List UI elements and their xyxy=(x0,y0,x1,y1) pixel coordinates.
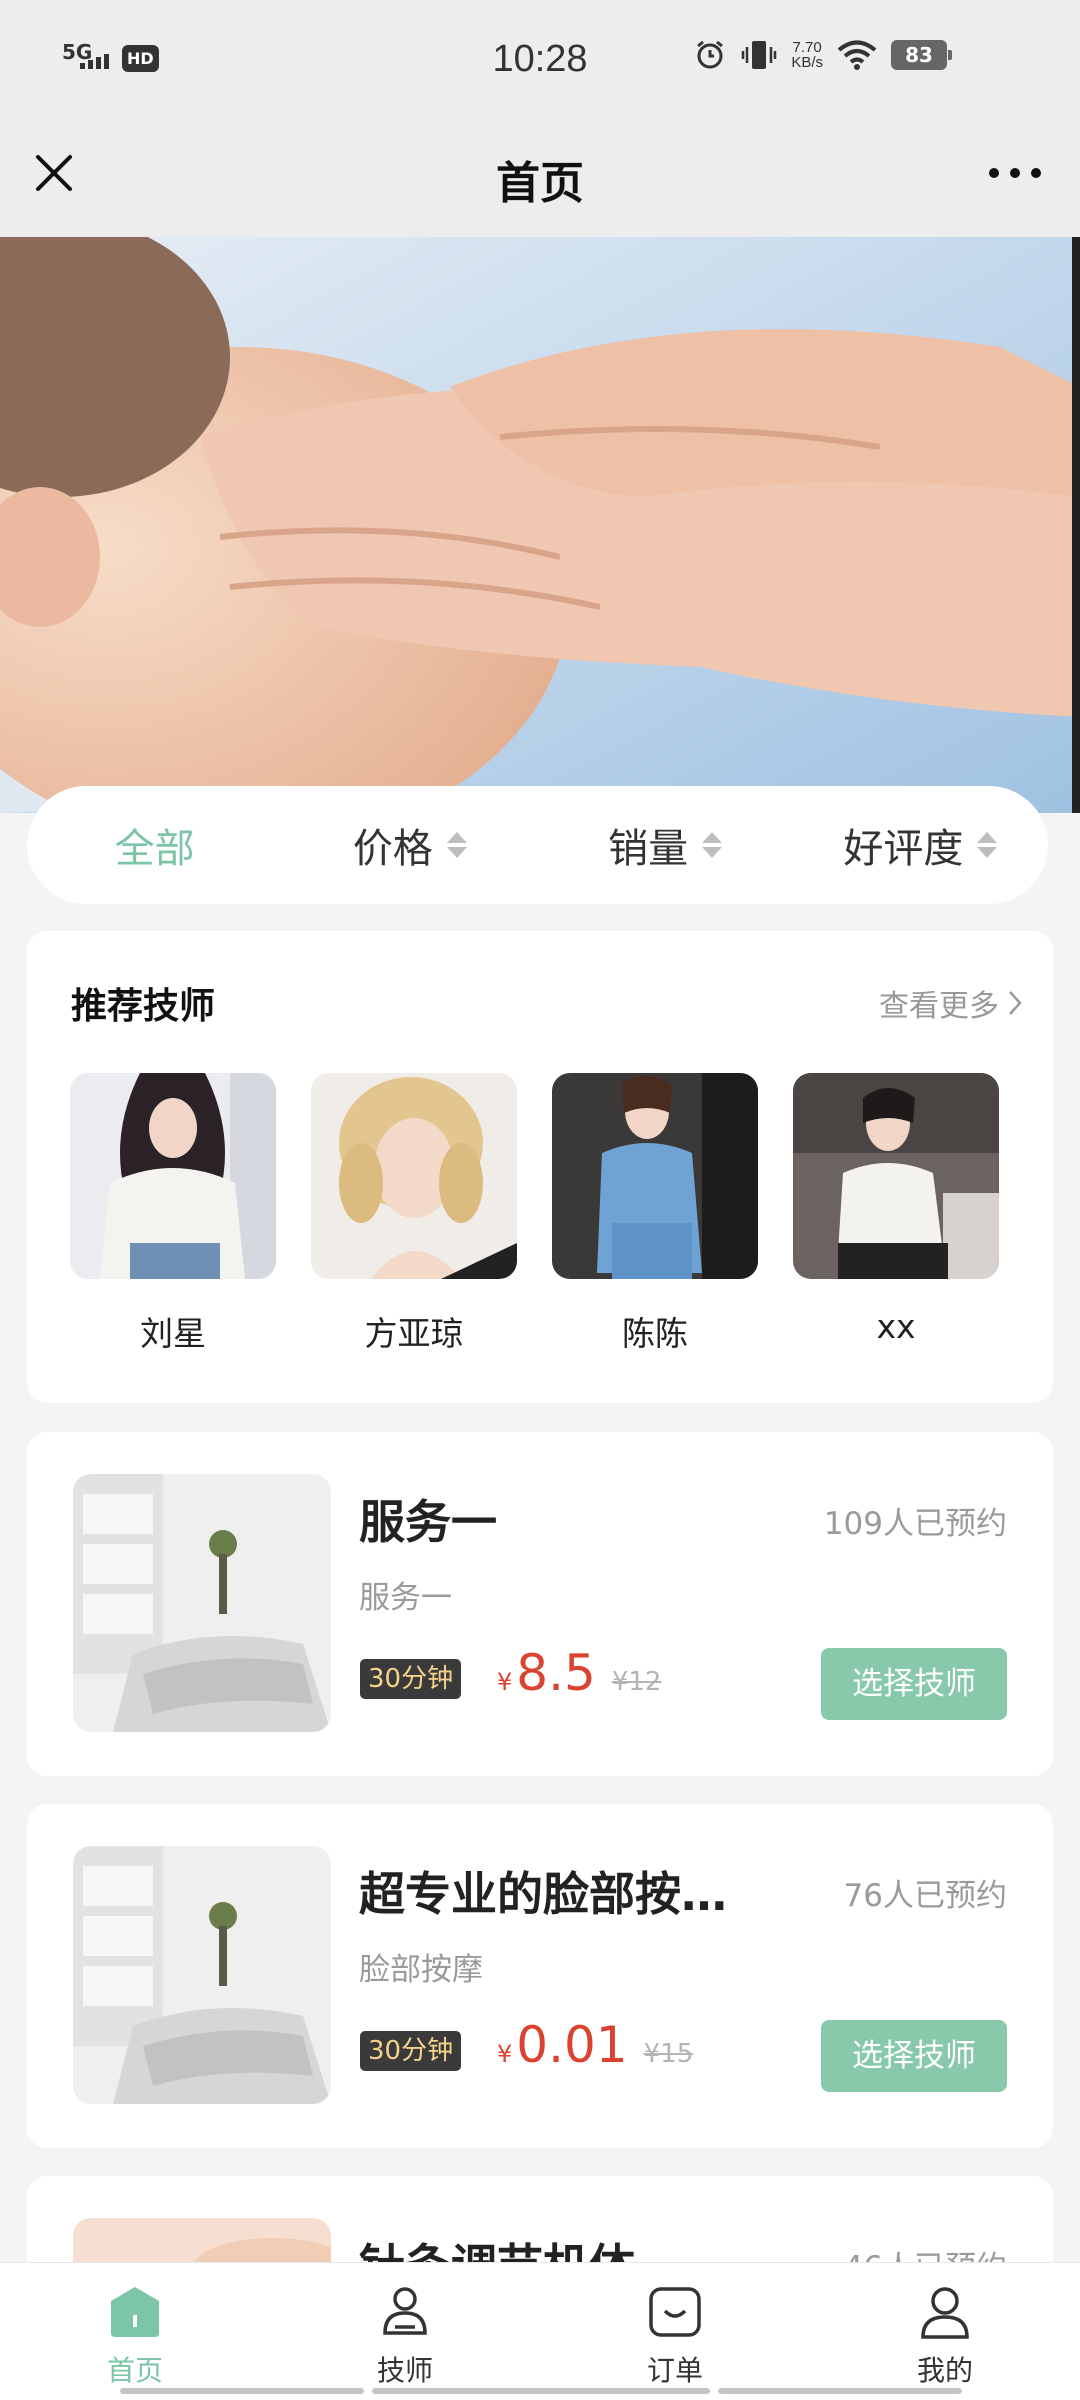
service-price: ¥ 8.5 ¥12 xyxy=(497,1644,661,1702)
alarm-icon xyxy=(697,40,724,69)
home-indicator xyxy=(120,2388,364,2394)
order-icon xyxy=(649,2287,701,2337)
avatar xyxy=(793,1073,999,1279)
tab-technician[interactable]: 技师 xyxy=(270,2263,540,2400)
select-technician-button[interactable]: 选择技师 xyxy=(821,2020,1007,2092)
speed-unit: KB/s xyxy=(791,54,823,71)
service-card[interactable]: 超专业的脸部按… 76人已预约 脸部按摩 30分钟 ¥ 0.01 ¥15 选择技… xyxy=(27,1804,1053,2148)
price-value: 8.5 xyxy=(516,1644,596,1702)
chevron-right-icon xyxy=(1009,991,1022,1015)
price-value: 0.01 xyxy=(516,2016,628,2074)
technician-card[interactable]: xx xyxy=(793,1073,999,1355)
service-title: 超专业的脸部按… xyxy=(359,1867,727,1921)
view-more-link[interactable]: 查看更多 xyxy=(879,981,1023,1025)
technician-name: 陈陈 xyxy=(622,1314,688,1353)
select-technician-button[interactable]: 选择技师 xyxy=(821,1648,1007,1720)
tab-order-label: 订单 xyxy=(646,2354,703,2387)
profile-icon xyxy=(921,2287,969,2339)
service-image xyxy=(73,1474,331,1732)
technician-list: 刘星 方亚琼 陈陈 xx xyxy=(70,1073,999,1355)
duration-badge: 30分钟 xyxy=(360,1659,462,1699)
banner-image[interactable] xyxy=(0,237,1080,813)
sort-icon xyxy=(977,832,998,858)
more-icon[interactable] xyxy=(980,153,1050,193)
service-subtitle: 服务一 xyxy=(359,1580,452,1616)
booking-count: 109人已预约 xyxy=(823,1506,1007,1542)
duration-badge: 30分钟 xyxy=(360,2031,462,2071)
wifi-icon xyxy=(837,40,877,70)
service-title: 服务一 xyxy=(359,1495,497,1549)
service-card[interactable]: 服务一 109人已预约 服务一 30分钟 ¥ 8.5 ¥12 选择技师 xyxy=(27,1432,1053,1776)
tab-bar: 首页 技师 订单 我的 xyxy=(0,2262,1080,2400)
filter-sales[interactable]: 销量 xyxy=(538,816,793,874)
currency-symbol: ¥ xyxy=(497,2040,513,2068)
filter-rating[interactable]: 好评度 xyxy=(793,816,1048,874)
technician-name: 刘星 xyxy=(140,1314,206,1353)
booking-count: 76人已预约 xyxy=(843,1878,1007,1914)
home-icon xyxy=(111,2287,159,2337)
home-indicator xyxy=(372,2388,710,2394)
battery-icon: 83 xyxy=(891,40,952,70)
speed-value: 7.70 xyxy=(792,39,822,56)
filter-bar: 全部 价格 销量 好评度 xyxy=(27,786,1048,904)
technician-icon xyxy=(383,2287,427,2335)
filter-all[interactable]: 全部 xyxy=(27,816,282,874)
tab-technician-label: 技师 xyxy=(376,2354,433,2387)
status-right: 7.70 KB/s 83 xyxy=(693,38,952,72)
sort-icon xyxy=(702,832,723,858)
filter-price-label: 价格 xyxy=(352,826,433,872)
technician-card[interactable]: 方亚琼 xyxy=(311,1073,517,1355)
service-image xyxy=(73,1846,331,2104)
service-price: ¥ 0.01 ¥15 xyxy=(497,2016,693,2074)
vibrate-icon xyxy=(742,41,777,69)
technician-name: 方亚琼 xyxy=(364,1314,464,1353)
filter-rating-label: 好评度 xyxy=(843,826,964,872)
nav-bar: 首页 xyxy=(0,125,1080,237)
technician-name: xx xyxy=(876,1307,916,1346)
currency-symbol: ¥ xyxy=(497,1668,513,1696)
tab-profile-label: 我的 xyxy=(916,2354,973,2387)
home-indicator xyxy=(718,2388,962,2394)
filter-sales-label: 销量 xyxy=(608,826,689,872)
tab-profile[interactable]: 我的 xyxy=(810,2263,1080,2400)
tab-home-label: 首页 xyxy=(106,2354,163,2387)
avatar xyxy=(70,1073,276,1279)
tab-home[interactable]: 首页 xyxy=(0,2263,270,2400)
original-price: ¥12 xyxy=(611,1667,662,1697)
technician-card[interactable]: 刘星 xyxy=(70,1073,276,1355)
tab-order[interactable]: 订单 xyxy=(540,2263,810,2400)
original-price: ¥15 xyxy=(643,2039,694,2069)
sort-icon xyxy=(446,832,467,858)
avatar xyxy=(311,1073,517,1279)
recommended-section: 推荐技师 查看更多 刘星 方亚琼 陈陈 xx xyxy=(27,931,1053,1403)
view-more-label: 查看更多 xyxy=(879,989,999,1024)
service-subtitle: 脸部按摩 xyxy=(359,1952,483,1988)
status-bar: 5G HD 10:28 7.70 KB/s 83 xyxy=(0,0,1080,125)
technician-card[interactable]: 陈陈 xyxy=(552,1073,758,1355)
filter-all-label: 全部 xyxy=(114,826,195,872)
page-title: 首页 xyxy=(496,158,584,209)
avatar xyxy=(552,1073,758,1279)
filter-price[interactable]: 价格 xyxy=(282,816,537,874)
section-title: 推荐技师 xyxy=(71,986,216,1027)
network-speed: 7.70 KB/s xyxy=(791,40,823,70)
